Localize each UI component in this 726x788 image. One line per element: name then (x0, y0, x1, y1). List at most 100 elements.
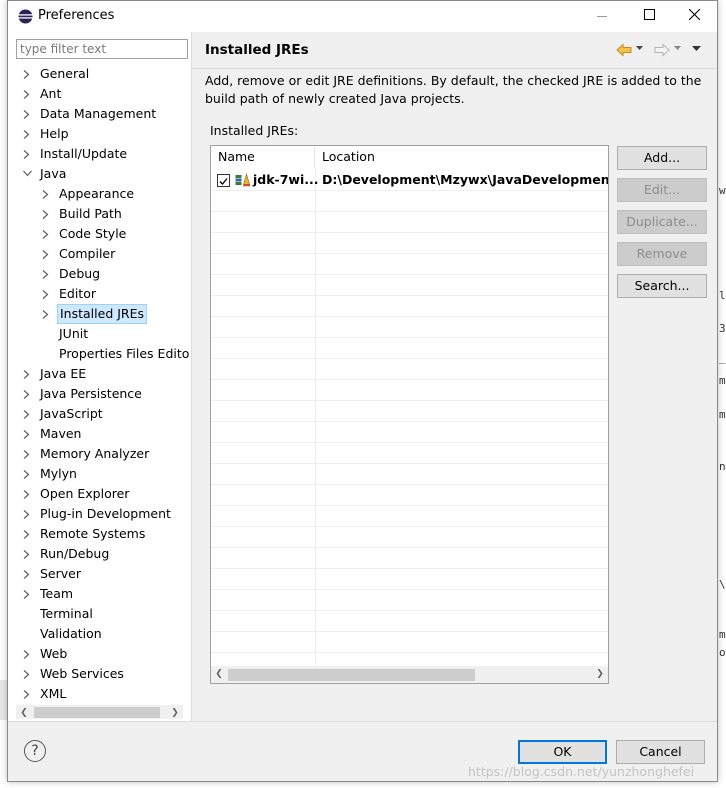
tree-item-compiler[interactable]: Compiler (8, 244, 191, 264)
chevron-right-icon[interactable] (22, 504, 32, 524)
chevron-right-icon[interactable] (22, 404, 32, 424)
scroll-left-arrow-icon[interactable]: ❮ (16, 705, 32, 722)
tree-item-terminal[interactable]: Terminal (8, 604, 191, 624)
bg-fragment: l (719, 289, 726, 302)
table-empty-row (211, 464, 608, 485)
chevron-right-icon[interactable] (22, 484, 32, 504)
chevron-right-icon[interactable] (41, 224, 51, 244)
chevron-right-icon[interactable] (22, 544, 32, 564)
column-header-location[interactable]: Location (316, 146, 608, 168)
installed-jres-table[interactable]: Name Location jdk-7wi... D:\Development\… (210, 145, 609, 684)
tree-item-build-path[interactable]: Build Path (8, 204, 191, 224)
back-arrow-icon[interactable] (616, 43, 632, 57)
tree-item-web[interactable]: Web (8, 644, 191, 664)
tree-item-open-explorer[interactable]: Open Explorer (8, 484, 191, 504)
chevron-right-icon[interactable] (22, 664, 32, 684)
chevron-right-icon[interactable] (22, 644, 32, 664)
search-jre-button[interactable]: Search... (617, 274, 707, 298)
close-button[interactable] (671, 1, 717, 32)
table-row[interactable]: jdk-7wi... D:\Development\Mzywx\JavaDeve… (211, 170, 608, 191)
tree-item-java-persistence[interactable]: Java Persistence (8, 384, 191, 404)
tree-item-junit[interactable]: JUnit (8, 324, 191, 344)
tree-item-plug-in-development[interactable]: Plug-in Development (8, 504, 191, 524)
scroll-right-arrow-icon[interactable]: ❯ (167, 705, 183, 722)
chevron-right-icon[interactable] (41, 184, 51, 204)
chevron-right-icon[interactable] (41, 304, 51, 324)
forward-history-dropdown-icon[interactable] (674, 46, 681, 51)
chevron-down-icon[interactable] (22, 164, 32, 184)
chevron-right-icon[interactable] (22, 444, 32, 464)
filter-input[interactable] (16, 39, 188, 59)
scrollbar-thumb[interactable] (34, 707, 160, 718)
tree-item-team[interactable]: Team (8, 584, 191, 604)
scrollbar-thumb[interactable] (228, 669, 475, 681)
table-horizontal-scrollbar[interactable]: ❮ ❯ (211, 666, 608, 683)
chevron-right-icon[interactable] (22, 564, 32, 584)
tree-item-java[interactable]: Java (8, 164, 191, 184)
title-bar[interactable]: Preferences (8, 1, 717, 32)
chevron-right-icon[interactable] (41, 284, 51, 304)
tree-item-installed-jres[interactable]: Installed JREs (8, 304, 191, 324)
jre-library-icon (235, 173, 251, 187)
tree-item-memory-analyzer[interactable]: Memory Analyzer (8, 444, 191, 464)
tree-item-java-ee[interactable]: Java EE (8, 364, 191, 384)
tree-item-mylyn[interactable]: Mylyn (8, 464, 191, 484)
minimize-button[interactable] (579, 1, 625, 32)
tree-horizontal-scrollbar[interactable]: ❮ ❯ (16, 705, 183, 719)
edit-jre-button[interactable]: Edit... (617, 178, 707, 202)
jre-location-cell: D:\Development\Mzywx\JavaDevelopment4\jd… (322, 172, 608, 187)
chevron-right-icon[interactable] (22, 124, 32, 144)
tree-item-install-update[interactable]: Install/Update (8, 144, 191, 164)
tree-item-label: Properties Files Edito (59, 346, 190, 361)
scroll-right-arrow-icon[interactable]: ❯ (592, 666, 608, 683)
tree-item-data-management[interactable]: Data Management (8, 104, 191, 124)
tree-item-xml[interactable]: XML (8, 684, 191, 704)
chevron-right-icon[interactable] (41, 204, 51, 224)
chevron-right-icon[interactable] (22, 144, 32, 164)
tree-item-run-debug[interactable]: Run/Debug (8, 544, 191, 564)
tree-item-code-style[interactable]: Code Style (8, 224, 191, 244)
chevron-right-icon[interactable] (22, 464, 32, 484)
tree-item-help[interactable]: Help (8, 124, 191, 144)
chevron-right-icon[interactable] (22, 364, 32, 384)
add-jre-button[interactable]: Add... (617, 146, 707, 170)
chevron-right-icon[interactable] (22, 424, 32, 444)
tree-item-properties-files-edito[interactable]: Properties Files Edito (8, 344, 191, 364)
forward-arrow-icon[interactable] (654, 43, 670, 57)
tree-item-server[interactable]: Server (8, 564, 191, 584)
scroll-left-arrow-icon[interactable]: ❮ (211, 666, 227, 683)
maximize-button[interactable] (626, 1, 672, 32)
view-menu-icon[interactable] (692, 46, 701, 52)
ok-button[interactable]: OK (518, 740, 607, 764)
chevron-right-icon[interactable] (22, 384, 32, 404)
chevron-right-icon[interactable] (22, 104, 32, 124)
cancel-button[interactable]: Cancel (616, 740, 705, 764)
chevron-right-icon[interactable] (22, 84, 32, 104)
tree-item-label: Java EE (40, 366, 87, 381)
duplicate-jre-button[interactable]: Duplicate... (617, 210, 707, 234)
column-header-name[interactable]: Name (211, 146, 315, 168)
tree-item-appearance[interactable]: Appearance (8, 184, 191, 204)
tree-item-label: XML (40, 686, 67, 701)
tree-item-editor[interactable]: Editor (8, 284, 191, 304)
chevron-right-icon[interactable] (22, 64, 32, 84)
tree-item-general[interactable]: General (8, 64, 191, 84)
chevron-right-icon[interactable] (22, 584, 32, 604)
tree-item-remote-systems[interactable]: Remote Systems (8, 524, 191, 544)
help-icon[interactable]: ? (24, 740, 46, 762)
back-history-dropdown-icon[interactable] (636, 46, 643, 51)
tree-item-web-services[interactable]: Web Services (8, 664, 191, 684)
table-empty-row (211, 191, 608, 212)
remove-jre-button[interactable]: Remove (617, 242, 707, 266)
tree-item-maven[interactable]: Maven (8, 424, 191, 444)
chevron-right-icon[interactable] (22, 684, 32, 704)
tree-item-javascript[interactable]: JavaScript (8, 404, 191, 424)
tree-item-ant[interactable]: Ant (8, 84, 191, 104)
chevron-right-icon[interactable] (22, 524, 32, 544)
page-header: Installed JREs (192, 32, 717, 68)
jre-default-checkbox[interactable] (217, 174, 230, 187)
chevron-right-icon[interactable] (41, 264, 51, 284)
tree-item-validation[interactable]: Validation (8, 624, 191, 644)
chevron-right-icon[interactable] (41, 244, 51, 264)
tree-item-debug[interactable]: Debug (8, 264, 191, 284)
